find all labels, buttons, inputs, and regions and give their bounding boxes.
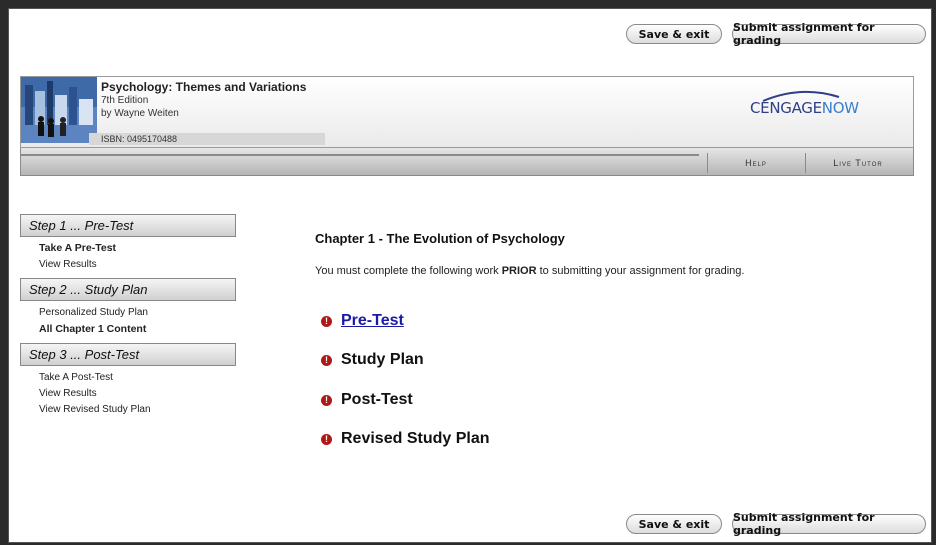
book-cover-image <box>21 77 97 143</box>
tab-help[interactable]: Help <box>707 153 804 173</box>
submit-assignment-button-bottom[interactable]: Submit assignment for grading <box>732 511 926 537</box>
instruction-after: to submitting your assignment for gradin… <box>536 265 745 277</box>
logo-part-now: NOW <box>821 99 859 117</box>
book-edition: 7th Edition <box>101 95 149 106</box>
sidebar-link-view-results-1[interactable]: View Results <box>39 259 97 270</box>
tab-bar-divider <box>21 154 699 156</box>
sidebar-link-take-pre-test[interactable]: Take A Pre-Test <box>39 242 116 254</box>
sidebar-link-personalized-study-plan[interactable]: Personalized Study Plan <box>39 307 148 318</box>
alert-icon: ! <box>321 315 332 327</box>
book-header: Psychology: Themes and Variations 7th Ed… <box>20 76 914 148</box>
step3-header: Step 3 ... Post-Test <box>20 343 236 366</box>
chapter-title: Chapter 1 - The Evolution of Psychology <box>315 231 565 246</box>
instruction-text: You must complete the following work PRI… <box>315 265 744 277</box>
submit-assignment-button-top[interactable]: Submit assignment for grading <box>732 21 926 47</box>
task-label: Revised Study Plan <box>341 430 490 447</box>
task-study-plan: ! Study Plan <box>321 351 424 369</box>
task-revised-study-plan: ! Revised Study Plan <box>321 430 490 448</box>
sidebar-link-view-results-3[interactable]: View Results <box>39 388 97 399</box>
book-title: Psychology: Themes and Variations <box>101 80 307 94</box>
save-exit-button-top[interactable]: Save & exit <box>626 24 722 44</box>
task-pre-test: ! Pre-Test <box>321 312 404 330</box>
alert-icon: ! <box>321 394 332 406</box>
alert-icon: ! <box>321 354 332 366</box>
task-label: Study Plan <box>341 351 424 368</box>
step2-header: Step 2 ... Study Plan <box>20 278 236 301</box>
book-isbn: ISBN: 0495170488 <box>101 134 178 144</box>
step1-header: Step 1 ... Pre-Test <box>20 214 236 237</box>
task-post-test: ! Post-Test <box>321 391 413 409</box>
logo-part-cengage: CENGAGE <box>750 99 822 117</box>
instruction-before: You must complete the following work <box>315 265 502 277</box>
alert-icon: ! <box>321 433 332 445</box>
sidebar-link-take-post-test[interactable]: Take A Post-Test <box>39 372 113 383</box>
book-author: by Wayne Weiten <box>101 108 179 119</box>
header-tab-bar: Help Live Tutor <box>20 148 914 176</box>
save-exit-button-bottom[interactable]: Save & exit <box>626 514 722 534</box>
sidebar-link-view-revised-study-plan[interactable]: View Revised Study Plan <box>39 404 151 415</box>
assignment-page: Save & exit Submit assignment for gradin… <box>8 8 932 543</box>
task-label: Post-Test <box>341 391 413 408</box>
sidebar-link-all-chapter-content[interactable]: All Chapter 1 Content <box>39 323 146 335</box>
cengagenow-logo: CENGAGENOW <box>750 99 859 117</box>
pre-test-link[interactable]: Pre-Test <box>341 312 404 330</box>
instruction-bold: PRIOR <box>501 265 537 277</box>
tab-live-tutor[interactable]: Live Tutor <box>805 153 910 173</box>
